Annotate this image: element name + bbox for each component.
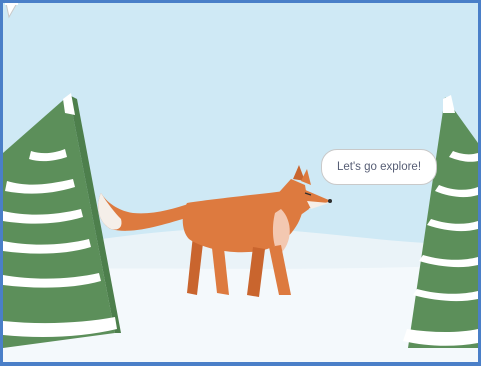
stage[interactable]: Let's go explore! [0,0,481,366]
fox-icon [98,165,332,297]
speech-text: Let's go explore! [336,161,422,173]
speech-bubble: Let's go explore! [321,149,437,185]
speech-bubble-tail [5,3,18,19]
